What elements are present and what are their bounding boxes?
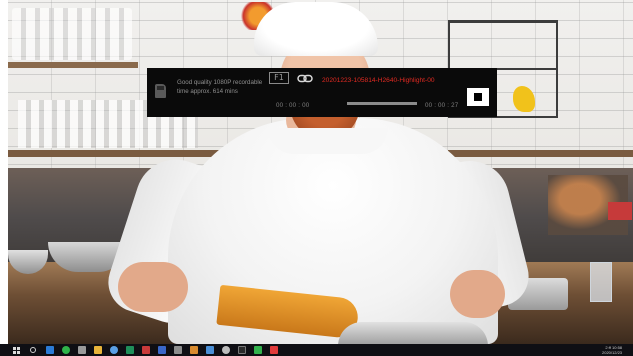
recorder-overlay: Good quality 1080P recordable time appro… bbox=[147, 68, 497, 117]
recording-progress-bar bbox=[347, 102, 417, 105]
app-icon[interactable] bbox=[238, 346, 246, 354]
recording-filename: 20201223-105814-H2640-Highlight-00 bbox=[322, 77, 435, 84]
chef-hat bbox=[254, 2, 378, 56]
stop-button[interactable] bbox=[467, 88, 489, 106]
app-icon[interactable] bbox=[254, 346, 262, 354]
shelf bbox=[8, 150, 223, 157]
recording-progress-fill bbox=[347, 102, 417, 105]
search-icon[interactable] bbox=[30, 347, 36, 353]
link-icon[interactable] bbox=[297, 74, 313, 83]
elapsed-end-time: 00 : 00 : 27 bbox=[425, 102, 459, 109]
taskbar-clock[interactable]: 2:ff 10:58 2020/12/23 bbox=[602, 345, 622, 355]
recording-quality-info: Good quality 1080P recordable time appro… bbox=[177, 79, 263, 95]
app-icon[interactable] bbox=[78, 346, 86, 354]
taskbar: 2:ff 10:58 2020/12/23 bbox=[0, 344, 633, 356]
recorder-icon[interactable] bbox=[270, 346, 278, 354]
chef-left-hand bbox=[118, 262, 188, 312]
mail-icon[interactable] bbox=[142, 346, 150, 354]
elapsed-start-time: 00 : 00 : 00 bbox=[276, 102, 310, 109]
app-icon[interactable] bbox=[206, 346, 214, 354]
browser-icon[interactable] bbox=[46, 346, 54, 354]
frying-pan bbox=[338, 322, 488, 344]
shelf bbox=[8, 62, 138, 68]
hotkey-badge[interactable]: F1 bbox=[269, 72, 289, 84]
photo-icon[interactable] bbox=[190, 346, 198, 354]
desktop-background bbox=[8, 0, 633, 344]
glass-shelf-top bbox=[12, 8, 132, 60]
app-icon[interactable] bbox=[158, 346, 166, 354]
file-explorer-icon[interactable] bbox=[94, 346, 102, 354]
chrome-icon[interactable] bbox=[110, 346, 118, 354]
drinking-glass bbox=[590, 262, 612, 302]
screen-left-edge bbox=[0, 0, 8, 344]
red-container bbox=[608, 202, 632, 220]
windows-start-icon[interactable] bbox=[13, 347, 20, 354]
clock-date: 2020/12/23 bbox=[602, 350, 623, 355]
app-icon[interactable] bbox=[126, 346, 134, 354]
chef-collar bbox=[268, 128, 388, 154]
chef-right-hand bbox=[450, 270, 505, 318]
storage-card-icon bbox=[155, 84, 166, 98]
shelf bbox=[448, 150, 633, 157]
settings-icon[interactable] bbox=[222, 346, 230, 354]
chat-icon[interactable] bbox=[62, 346, 70, 354]
app-icon[interactable] bbox=[174, 346, 182, 354]
